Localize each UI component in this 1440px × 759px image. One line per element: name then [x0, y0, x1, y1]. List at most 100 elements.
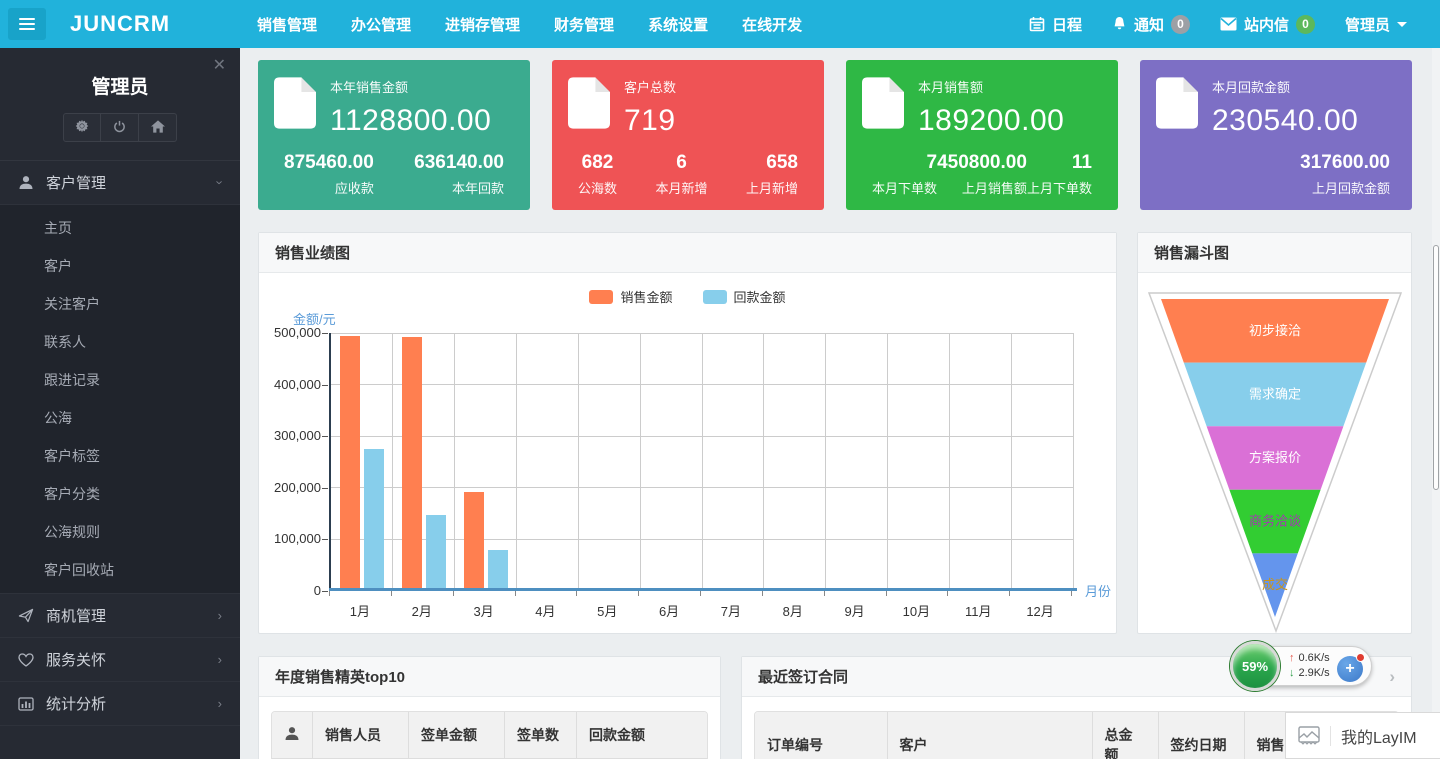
card-title: 本年销售金额 — [330, 77, 491, 96]
messages-menu-item[interactable]: 站内信 0 — [1205, 0, 1330, 48]
card-stat: 875460.00应收款 — [284, 152, 374, 197]
grid-line — [640, 333, 641, 591]
schedule-menu-item[interactable]: 日程 — [1014, 0, 1097, 48]
month-label: 12月 — [1009, 601, 1071, 620]
stat-label: 应收款 — [284, 178, 374, 197]
logout-button[interactable] — [101, 113, 139, 142]
nav-menu-item[interactable]: 办公管理 — [334, 0, 428, 48]
notifications-label: 通知 — [1134, 14, 1164, 35]
card-stats: 317600.00上月回款金额 — [1156, 152, 1396, 197]
nav-menu-item[interactable]: 销售管理 — [240, 0, 334, 48]
sidebar-item-跟进记录[interactable]: 跟进记录 — [0, 361, 240, 399]
scrollbar-thumb[interactable] — [1433, 245, 1439, 490]
memory-usage-gauge[interactable]: 59% — [1230, 641, 1280, 691]
sidebar-item-主页[interactable]: 主页 — [0, 209, 240, 247]
grid-line — [949, 333, 950, 591]
funnel-svg: 初步接洽需求确定方案报价商务洽谈成交 — [1147, 291, 1403, 635]
alert-dot — [1356, 653, 1365, 662]
sidebar-toggle-button[interactable] — [8, 8, 46, 40]
hamburger-icon — [19, 15, 35, 33]
month-label: 3月 — [453, 601, 515, 620]
user-menu[interactable]: 管理员 — [1330, 0, 1422, 48]
sidebar-item-客户[interactable]: 客户 — [0, 247, 240, 285]
chevron-right-icon[interactable]: › — [1389, 667, 1395, 687]
card-text: 本月销售额189200.00 — [918, 75, 1064, 138]
grid-line — [887, 333, 888, 591]
sidebar-section-客户管理[interactable]: 客户管理› — [0, 161, 240, 205]
nav-menu-item[interactable]: 进销存管理 — [428, 0, 537, 48]
chevron-right-icon: › — [218, 652, 222, 667]
sidebar-item-关注客户[interactable]: 关注客户 — [0, 285, 240, 323]
card-title: 客户总数 — [624, 77, 676, 96]
x-axis-line — [329, 588, 1077, 591]
y-tick-label: 500,000 — [259, 325, 321, 340]
card-value: 230540.00 — [1212, 104, 1358, 138]
grid-line — [1073, 333, 1074, 591]
page-scrollbar — [1432, 48, 1440, 759]
sidebar-section-统计分析[interactable]: 统计分析› — [0, 682, 240, 726]
settings-button[interactable] — [63, 113, 101, 142]
legend-swatch — [703, 290, 727, 304]
legend-item-回款金额[interactable]: 回款金额 — [703, 287, 786, 306]
panel-header: 年度销售精英top10 — [259, 657, 720, 697]
app-logo[interactable]: JUNCRM — [70, 11, 170, 37]
top-navbar: JUNCRM 销售管理办公管理进销存管理财务管理系统设置在线开发 日程 通知 0… — [0, 0, 1440, 48]
x-tick-mark — [453, 591, 454, 596]
notifications-menu-item[interactable]: 通知 0 — [1097, 0, 1205, 48]
sidebar-item-客户标签[interactable]: 客户标签 — [0, 437, 240, 475]
card-stat: 11上月下单数 — [1027, 152, 1092, 197]
nav-menu-item[interactable]: 财务管理 — [537, 0, 631, 48]
sidebar-section-服务关怀[interactable]: 服务关怀› — [0, 638, 240, 682]
panel-title: 销售漏斗图 — [1154, 242, 1229, 263]
file-icon — [1156, 77, 1198, 138]
power-icon — [113, 120, 126, 136]
sidebar-item-公海规则[interactable]: 公海规则 — [0, 513, 240, 551]
x-axis-title: 月份 — [1085, 581, 1111, 600]
funnel-stage-label: 需求确定 — [1248, 386, 1300, 401]
funnel-stage-label: 成交 — [1261, 577, 1287, 592]
grid-line — [702, 333, 703, 591]
down-arrow-icon: ↓ — [1289, 667, 1295, 679]
card-title: 本月回款金额 — [1212, 77, 1358, 96]
x-tick-mark — [515, 591, 516, 596]
card-stats: 682公海数6本月新增658上月新增 — [568, 152, 808, 197]
nav-menu-item[interactable]: 系统设置 — [631, 0, 725, 48]
column-header: 销售人员 — [313, 712, 409, 759]
card-top: 客户总数719 — [568, 75, 808, 138]
x-tick-mark — [886, 591, 887, 596]
legend-item-销售金额[interactable]: 销售金额 — [589, 287, 672, 306]
card-text: 本年销售金额1128800.00 — [330, 75, 491, 138]
stat-card: 本月回款金额 230540.00 317600.00上月回款金额 — [1140, 60, 1412, 210]
x-tick-mark — [762, 591, 763, 596]
stat-card: 本月销售额189200.00 7本月下单数450800.00上月销售额11上月下单… — [846, 60, 1118, 210]
layim-chat-bar[interactable]: 我的LayIM — [1285, 712, 1440, 759]
stat-label: 上月新增 — [746, 178, 798, 197]
card-top: 本月销售额189200.00 — [862, 75, 1102, 138]
card-stats: 7本月下单数450800.00上月销售额11上月下单数 — [862, 152, 1102, 197]
y-tick-label: 300,000 — [259, 428, 321, 443]
paper-plane-icon — [18, 608, 36, 623]
envelope-icon — [1220, 17, 1237, 31]
card-stat: 636140.00本年回款 — [414, 152, 504, 197]
top10-table: 销售人员签单金额签单数回款金额 — [271, 711, 708, 759]
sidebar-section-商机管理[interactable]: 商机管理› — [0, 594, 240, 638]
home-button[interactable] — [139, 113, 177, 142]
y-tick-mark — [322, 488, 328, 489]
up-arrow-icon: ↑ — [1289, 652, 1295, 664]
legend-swatch — [589, 290, 613, 304]
sidebar-item-联系人[interactable]: 联系人 — [0, 323, 240, 361]
stat-label: 上月销售额 — [937, 178, 1027, 197]
sidebar-item-客户回收站[interactable]: 客户回收站 — [0, 551, 240, 589]
card-title: 本月销售额 — [918, 77, 1064, 96]
speed-rates: ↑0.6K/s ↓2.9K/s — [1289, 651, 1330, 681]
nav-menu-item[interactable]: 在线开发 — [725, 0, 819, 48]
sidebar-item-公海[interactable]: 公海 — [0, 399, 240, 437]
x-tick-mark — [1071, 591, 1072, 596]
close-icon[interactable]: ✕ — [213, 58, 226, 74]
month-label: 8月 — [762, 601, 824, 620]
month-label: 5月 — [576, 601, 638, 620]
panel-title: 年度销售精英top10 — [275, 666, 405, 687]
sidebar-item-客户分类[interactable]: 客户分类 — [0, 475, 240, 513]
month-label: 11月 — [947, 601, 1009, 620]
user-icon — [284, 728, 300, 744]
